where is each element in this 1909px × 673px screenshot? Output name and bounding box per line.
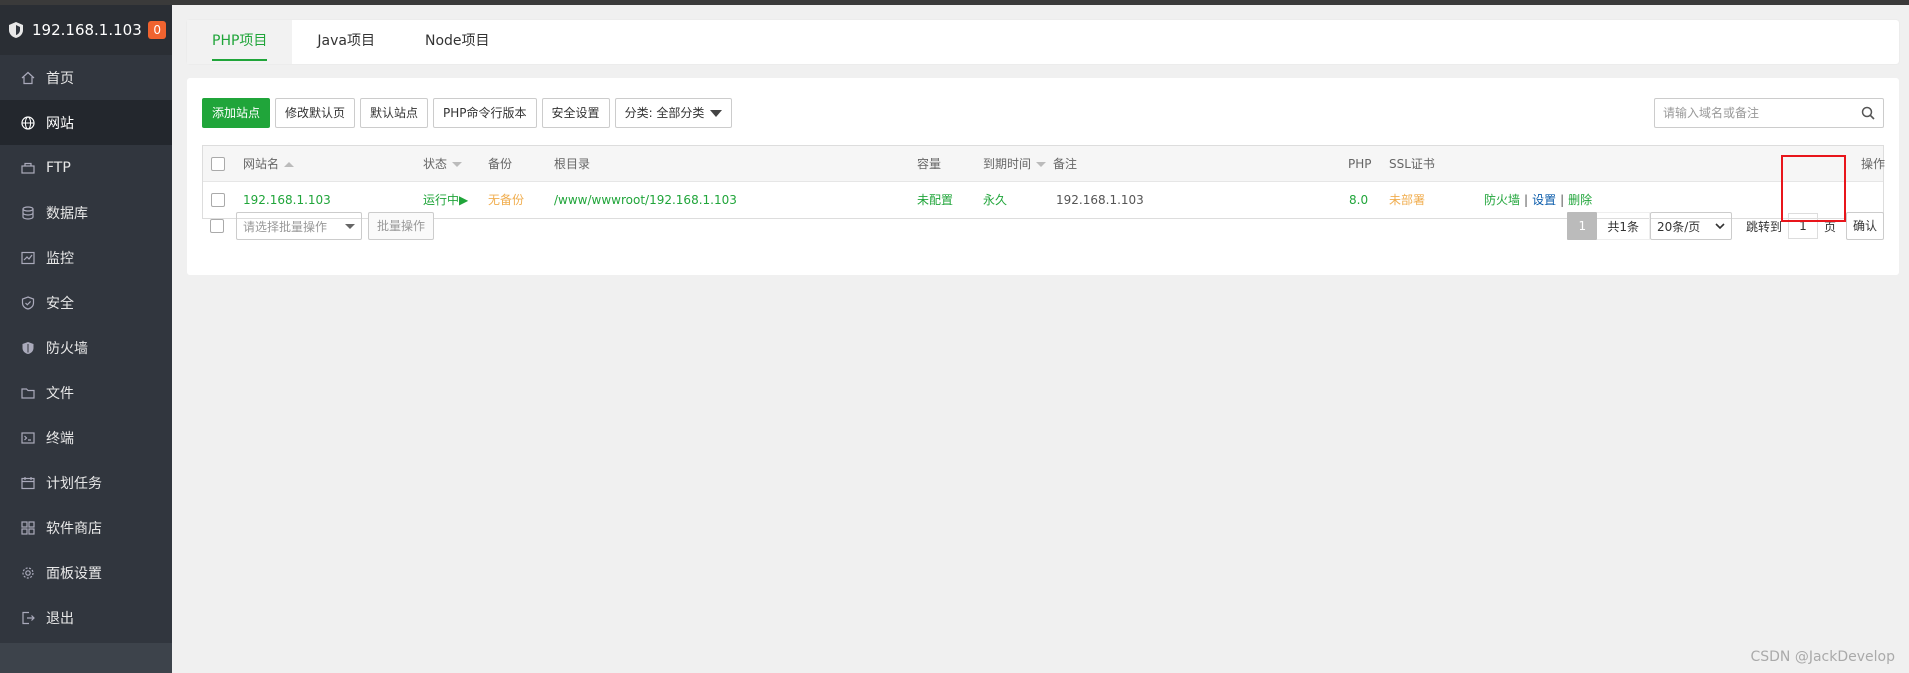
firewall-icon <box>20 340 36 356</box>
column-header-status[interactable]: 状态 <box>423 146 463 182</box>
host-address: 192.168.1.103 <box>32 21 142 39</box>
sidebar-item-label: 面板设置 <box>46 565 102 582</box>
search-box <box>1654 98 1884 128</box>
logout-icon <box>20 610 36 626</box>
column-header-actions: 操作 <box>1861 157 1886 171</box>
row-checkbox[interactable] <box>211 193 225 207</box>
monitor-icon <box>20 250 36 266</box>
sidebar-item-label: 计划任务 <box>46 475 102 492</box>
php-cli-version-button[interactable]: PHP命令行版本 <box>433 98 537 128</box>
shield-check-icon <box>20 295 36 311</box>
tab-php-project[interactable]: PHP项目 <box>187 20 293 64</box>
sidebar-footer <box>0 643 172 673</box>
table-header: 网站名 状态 备份 根目录 容量 到期时间 备注 PHP SSL证书 操作 <box>203 146 1886 182</box>
column-header-php: PHP <box>1348 157 1372 171</box>
notification-badge[interactable]: 0 <box>148 21 166 39</box>
calendar-icon <box>20 475 36 491</box>
sidebar-item-app-store[interactable]: 软件商店 <box>0 505 172 550</box>
sidebar-item-label: 终端 <box>46 430 74 447</box>
sidebar-item-logout[interactable]: 退出 <box>0 595 172 640</box>
server-shield-icon <box>8 21 24 39</box>
sidebar-item-website[interactable]: 网站 <box>0 100 172 145</box>
batch-select-placeholder: 请选择批量操作 <box>243 219 328 234</box>
sidebar: 192.168.1.103 0 首页 网站 FTP 数据库 监控 安全 防火墙 … <box>0 5 172 673</box>
select-all-checkbox[interactable] <box>211 157 225 171</box>
column-header-site-name[interactable]: 网站名 <box>243 146 295 182</box>
sidebar-item-label: 监控 <box>46 250 74 267</box>
sidebar-item-label: 防火墙 <box>46 340 88 357</box>
sidebar-item-label: 软件商店 <box>46 520 102 537</box>
pagination: 1 共1条 20条/页 跳转到 1 页 确认 <box>1567 212 1884 240</box>
chevron-down-icon <box>1715 223 1725 230</box>
footer-select-all-checkbox[interactable] <box>210 219 224 233</box>
jump-label: 跳转到 <box>1745 219 1782 234</box>
sidebar-item-label: 退出 <box>46 610 74 627</box>
sidebar-item-panel-settings[interactable]: 面板设置 <box>0 550 172 595</box>
category-select-label: 分类: 全部分类 <box>624 106 705 120</box>
column-header-remark: 备注 <box>1053 157 1078 171</box>
search-icon[interactable] <box>1853 99 1883 127</box>
sidebar-item-home[interactable]: 首页 <box>0 55 172 100</box>
sort-desc-icon <box>452 161 463 167</box>
batch-operation-button[interactable]: 批量操作 <box>368 212 435 240</box>
terminal-icon <box>20 430 36 446</box>
sidebar-item-label: FTP <box>46 159 71 176</box>
database-icon <box>20 205 36 221</box>
column-header-root-dir: 根目录 <box>554 157 591 171</box>
site-list-panel: 添加站点 修改默认页 默认站点 PHP命令行版本 安全设置 分类: 全部分类 网… <box>187 78 1899 275</box>
watermark: CSDN @JackDevelop <box>1750 649 1895 665</box>
globe-icon <box>20 115 36 131</box>
page-size-label: 20条/页 <box>1656 219 1701 234</box>
add-site-button[interactable]: 添加站点 <box>202 98 271 128</box>
sidebar-item-label: 安全 <box>46 295 74 312</box>
sidebar-item-cron[interactable]: 计划任务 <box>0 460 172 505</box>
home-icon <box>20 70 36 86</box>
column-header-backup: 备份 <box>488 157 513 171</box>
page-number-current[interactable]: 1 <box>1567 212 1598 240</box>
jump-confirm-button[interactable]: 确认 <box>1845 212 1884 240</box>
column-header-capacity: 容量 <box>917 157 942 171</box>
search-input[interactable] <box>1655 99 1853 127</box>
default-site-button[interactable]: 默认站点 <box>360 98 429 128</box>
sidebar-item-monitor[interactable]: 监控 <box>0 235 172 280</box>
column-header-ssl: SSL证书 <box>1389 157 1435 171</box>
apps-icon <box>20 520 36 536</box>
sidebar-item-label: 网站 <box>46 115 74 132</box>
sidebar-item-ftp[interactable]: FTP <box>0 145 172 190</box>
tab-node-project[interactable]: Node项目 <box>400 20 515 64</box>
sidebar-item-label: 数据库 <box>46 205 88 222</box>
brand-header[interactable]: 192.168.1.103 0 <box>0 5 172 55</box>
folder-icon <box>20 385 36 401</box>
site-table: 网站名 状态 备份 根目录 容量 到期时间 备注 PHP SSL证书 操作 19… <box>202 145 1886 219</box>
gear-icon <box>20 565 36 581</box>
caret-down-icon <box>710 109 723 117</box>
jump-page-input[interactable]: 1 <box>1787 213 1818 239</box>
ftp-icon <box>20 160 36 176</box>
sort-asc-icon <box>284 161 295 167</box>
column-header-expire[interactable]: 到期时间 <box>983 146 1047 182</box>
batch-operation-select[interactable]: 请选择批量操作 <box>236 212 362 240</box>
page-size-select[interactable]: 20条/页 <box>1649 212 1732 240</box>
sidebar-item-terminal[interactable]: 终端 <box>0 415 172 460</box>
main-content: PHP项目 Java项目 Node项目 添加站点 修改默认页 默认站点 PHP命… <box>172 5 1909 673</box>
project-tabs: PHP项目 Java项目 Node项目 <box>187 20 1899 64</box>
total-count: 共1条 <box>1597 212 1650 240</box>
sidebar-item-label: 首页 <box>46 70 74 87</box>
category-select[interactable]: 分类: 全部分类 <box>614 98 733 128</box>
sidebar-item-database[interactable]: 数据库 <box>0 190 172 235</box>
tab-java-project[interactable]: Java项目 <box>292 20 400 64</box>
sidebar-item-security[interactable]: 安全 <box>0 280 172 325</box>
security-settings-button[interactable]: 安全设置 <box>541 98 610 128</box>
sidebar-item-label: 文件 <box>46 385 74 402</box>
toolbar: 添加站点 修改默认页 默认站点 PHP命令行版本 安全设置 分类: 全部分类 <box>202 98 733 128</box>
edit-default-page-button[interactable]: 修改默认页 <box>275 98 356 128</box>
sidebar-item-files[interactable]: 文件 <box>0 370 172 415</box>
sort-desc-icon <box>1036 161 1047 167</box>
table-footer: 请选择批量操作 批量操作 1 共1条 20条/页 跳转到 1 页 确认 <box>202 212 1884 242</box>
page-unit-label: 页 <box>1823 219 1836 234</box>
caret-down-icon <box>345 223 355 229</box>
sidebar-item-firewall[interactable]: 防火墙 <box>0 325 172 370</box>
